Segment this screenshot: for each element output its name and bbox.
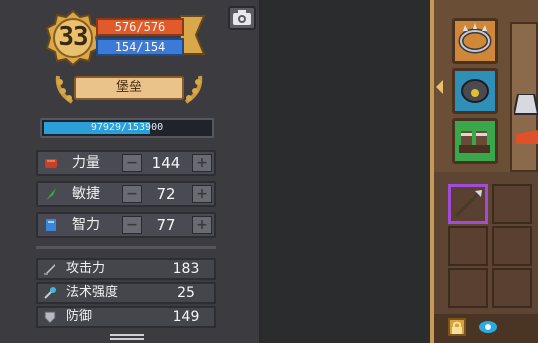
spear-icon bbox=[454, 190, 482, 218]
bag-slot[interactable] bbox=[448, 226, 488, 266]
stat-value: 25 bbox=[177, 285, 195, 301]
bag-slot[interactable] bbox=[492, 184, 532, 224]
health-value: 576/576 bbox=[114, 20, 166, 34]
collapse-arrow-icon[interactable] bbox=[436, 80, 444, 94]
health-bar: 576/576 bbox=[96, 18, 184, 36]
amulet-icon bbox=[461, 79, 489, 103]
sword-icon bbox=[44, 264, 55, 275]
mana-bar: 154/154 bbox=[96, 38, 184, 56]
bag-slot[interactable] bbox=[448, 268, 488, 308]
book-icon bbox=[46, 219, 56, 231]
attribute-label: 力量 bbox=[72, 155, 100, 171]
section-divider bbox=[36, 246, 216, 249]
character-sprite-icon bbox=[514, 94, 538, 144]
bag-slot[interactable] bbox=[492, 268, 532, 308]
attribute-value: 144 bbox=[151, 154, 181, 172]
boots-icon bbox=[459, 131, 490, 153]
equipment-slot-neck[interactable] bbox=[452, 18, 498, 64]
bag-slot-selected[interactable] bbox=[448, 184, 488, 224]
character-preview bbox=[510, 22, 538, 172]
background-gap bbox=[262, 0, 430, 343]
drag-handle[interactable] bbox=[110, 334, 144, 340]
intelligence-increase-button[interactable]: + bbox=[192, 216, 212, 234]
mana-value: 154/154 bbox=[114, 40, 166, 54]
stat-label: 攻击力 bbox=[66, 261, 106, 276]
eye-icon[interactable] bbox=[478, 320, 498, 334]
attribute-label: 敏捷 bbox=[72, 186, 100, 202]
feather-icon bbox=[46, 188, 56, 200]
stat-label: 法术强度 bbox=[66, 285, 119, 300]
strength-decrease-button[interactable]: − bbox=[122, 154, 142, 172]
intelligence-decrease-button[interactable]: − bbox=[122, 216, 142, 234]
wand-icon bbox=[44, 287, 56, 299]
attribute-value: 77 bbox=[156, 216, 176, 234]
shield-icon bbox=[44, 311, 56, 324]
title-plate: 堡垒 bbox=[54, 72, 204, 106]
attribute-row-agility: 敏捷 − 72 + bbox=[36, 181, 216, 207]
fist-icon bbox=[45, 159, 57, 168]
agility-increase-button[interactable]: + bbox=[192, 185, 212, 203]
attribute-label: 智力 bbox=[72, 217, 100, 233]
equipment-slot-amulet[interactable] bbox=[452, 68, 498, 114]
level-number: 33 bbox=[58, 22, 88, 52]
stat-row-defense: 防御 149 bbox=[36, 306, 216, 328]
bag-grid bbox=[434, 172, 538, 314]
agility-decrease-button[interactable]: − bbox=[122, 185, 142, 203]
lock-button[interactable] bbox=[448, 318, 466, 336]
inventory-toolbar bbox=[434, 314, 538, 343]
lock-icon bbox=[452, 321, 462, 334]
attribute-row-intelligence: 智力 − 77 + bbox=[36, 212, 216, 238]
stat-row-spell-power: 法术强度 25 bbox=[36, 282, 216, 304]
spiked-collar-icon bbox=[458, 23, 492, 54]
strength-increase-button[interactable]: + bbox=[192, 154, 212, 172]
stat-value: 149 bbox=[172, 309, 200, 325]
stat-label: 防御 bbox=[66, 309, 93, 324]
screenshot-button[interactable] bbox=[228, 6, 256, 30]
experience-value: 97929/153900 bbox=[90, 122, 164, 133]
character-stats-panel: 33 576/576 154/154 堡垒 97929/153900 力量 − … bbox=[0, 0, 262, 343]
camera-icon bbox=[233, 10, 251, 25]
player-title: 堡垒 bbox=[74, 76, 184, 100]
inventory-panel bbox=[430, 0, 538, 343]
stat-value: 183 bbox=[172, 261, 200, 277]
experience-bar: 97929/153900 bbox=[40, 118, 214, 138]
attribute-value: 72 bbox=[156, 185, 176, 203]
equipment-slot-feet[interactable] bbox=[452, 118, 498, 164]
attribute-row-strength: 力量 − 144 + bbox=[36, 150, 216, 176]
level-badge: 33 bbox=[45, 9, 101, 67]
stat-row-attack: 攻击力 183 bbox=[36, 258, 216, 280]
bag-slot[interactable] bbox=[492, 226, 532, 266]
